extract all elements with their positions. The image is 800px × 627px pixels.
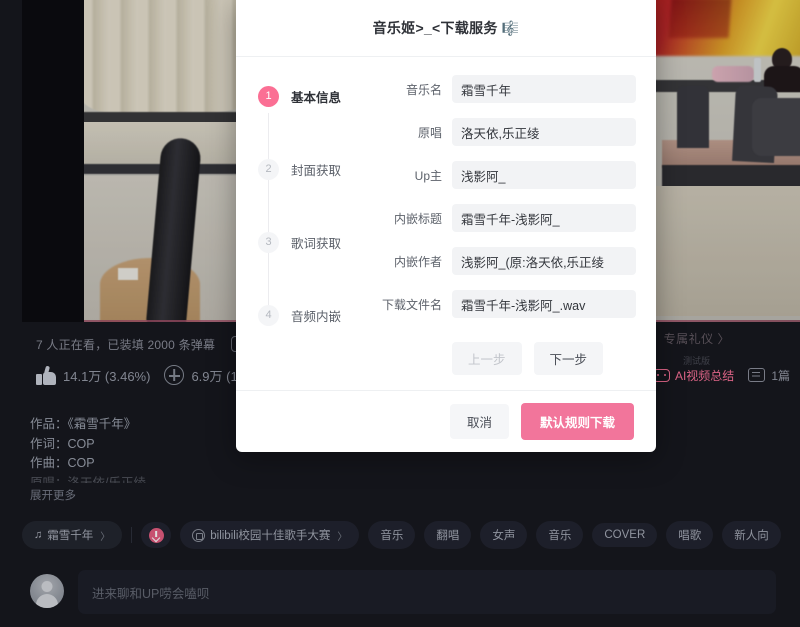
wizard-nav-row: 上一步 下一步 [366, 342, 636, 375]
original-singer-input[interactable] [452, 118, 636, 146]
step-number: 1 [258, 85, 279, 107]
music-name-input[interactable] [452, 75, 636, 103]
step-label: 封面获取 [291, 163, 342, 178]
field-label: 原唱 [417, 125, 442, 140]
basic-info-form: 音乐名 原唱 Up主 内嵌标题 内嵌作者 [366, 71, 656, 390]
step-label: 歌词获取 [291, 236, 342, 251]
default-rule-download-button[interactable]: 默认规则下载 [520, 403, 634, 440]
stepper-connector-line [268, 113, 269, 309]
step-number: 2 [258, 158, 279, 180]
embedded-title-input[interactable] [452, 204, 636, 232]
dialog-title-text: 音乐姬>_<下载服务 [372, 20, 498, 36]
uploader-input[interactable] [452, 161, 636, 189]
field-label: 音乐名 [405, 82, 442, 97]
field-row-embedded-title: 内嵌标题 [366, 204, 636, 232]
stepper-step-3[interactable]: 3 歌词获取 [258, 229, 366, 255]
music-score-icon: 🎼 [501, 19, 520, 36]
field-label: 下载文件名 [381, 297, 442, 312]
field-label: 内嵌标题 [393, 211, 442, 226]
dialog-body: 1 基本信息 2 封面获取 3 歌词获取 4 音频内嵌 音乐名 霜雪千年 原唱 … [236, 57, 656, 390]
stepper-step-1[interactable]: 1 基本信息 [258, 83, 366, 109]
cancel-button[interactable]: 取消 [449, 404, 509, 439]
dialog-footer: 取消 默认规则下载 [236, 390, 656, 452]
field-row-filename: 下载文件名 [366, 290, 636, 318]
dialog-title: 音乐姬>_<下载服务 🎼 [373, 18, 520, 38]
download-filename-input[interactable] [452, 290, 636, 318]
field-row-original-singer: 原唱 [366, 118, 636, 146]
previous-step-button[interactable]: 上一步 [452, 342, 522, 375]
app-root: 7 人正在看，已装填 2000 条弹幕 专属礼仪 〉 测试版 14.1万 (3.… [0, 0, 800, 627]
dialog-header: 音乐姬>_<下载服务 🎼 [236, 0, 656, 57]
step-number: 3 [258, 231, 279, 253]
stepper-step-2[interactable]: 2 封面获取 [258, 156, 366, 182]
stepper-step-4[interactable]: 4 音频内嵌 [258, 302, 366, 328]
step-number: 4 [258, 304, 279, 326]
field-label: Up主 [414, 168, 442, 183]
field-row-embedded-artist: 内嵌作者 [366, 247, 636, 275]
field-label: 内嵌作者 [393, 254, 442, 269]
step-label: 基本信息 [291, 90, 342, 105]
embedded-artist-input[interactable] [452, 247, 636, 275]
step-label: 音频内嵌 [291, 309, 342, 324]
field-row-music-name: 音乐名 [366, 75, 636, 103]
download-service-dialog: 音乐姬>_<下载服务 🎼 1 基本信息 2 封面获取 3 歌词获取 4 音频内嵌… [236, 0, 656, 452]
field-row-uploader: Up主 [366, 161, 636, 189]
wizard-stepper: 1 基本信息 2 封面获取 3 歌词获取 4 音频内嵌 [236, 71, 366, 390]
next-step-button[interactable]: 下一步 [533, 342, 604, 375]
